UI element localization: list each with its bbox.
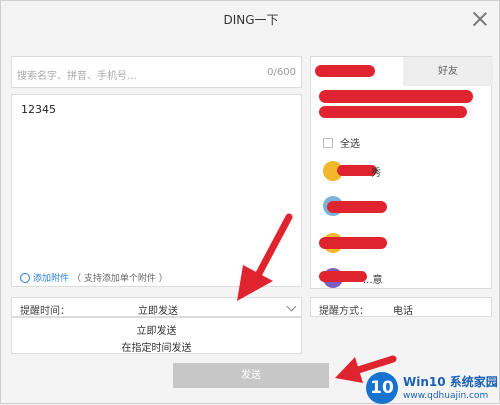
contact-name: ...意	[363, 275, 383, 286]
redaction-mark	[319, 90, 473, 103]
redaction-mark	[319, 106, 467, 118]
char-count: 0/600	[267, 67, 296, 78]
watermark-url: www.qdhuajin.com	[403, 391, 489, 401]
select-all-label: 全选	[340, 139, 360, 150]
select-all-checkbox[interactable]	[323, 137, 333, 148]
redaction-mark	[319, 271, 367, 282]
recipient-panel: 友有... 好友 全选 秀 ...意	[310, 56, 493, 289]
watermark: 10 Win10 系统家园 www.qdhuajin.com	[366, 371, 500, 405]
remind-way-select[interactable]: 提醒方式： 电话	[310, 297, 492, 317]
select-all[interactable]: 全选	[323, 135, 360, 150]
ding-dialog: DING一下 搜索名字、拼音、手机号... 0/600 12345 添加附件 （…	[0, 0, 500, 404]
remind-way-value: 电话	[393, 306, 413, 317]
message-text: 12345	[21, 103, 56, 116]
option-send-scheduled[interactable]: 在指定时间发送	[12, 339, 301, 354]
remind-way-label: 提醒方式：	[319, 306, 369, 317]
tab-friends[interactable]: 好友	[403, 57, 493, 86]
chevron-down-icon	[286, 301, 297, 312]
annotation-arrow	[237, 213, 293, 301]
redaction-mark	[315, 65, 375, 77]
search-input[interactable]: 搜索名字、拼音、手机号... 0/600	[11, 56, 302, 88]
send-button[interactable]: 发送	[173, 363, 329, 388]
redaction-mark	[327, 201, 387, 213]
close-icon[interactable]	[471, 10, 489, 28]
dialog-title: DING一下	[223, 13, 279, 27]
remind-time-dropdown: 立即发送 在指定时间发送	[11, 317, 302, 354]
attachment-hint: （ 支持添加单个附件 ）	[72, 274, 168, 284]
add-attachment-link[interactable]: 添加附件	[33, 271, 69, 284]
watermark-title: Win10 系统家园	[403, 375, 498, 389]
paperclip-icon	[18, 270, 32, 285]
remind-time-value: 立即发送	[138, 306, 178, 317]
watermark-logo: 10	[366, 372, 398, 404]
remind-time-label: 提醒时间：	[20, 306, 70, 317]
attachment-row: 添加附件 （ 支持添加单个附件 ）	[18, 270, 168, 285]
search-placeholder: 搜索名字、拼音、手机号...	[17, 71, 137, 82]
contact-name: 秀	[371, 168, 381, 179]
option-send-now[interactable]: 立即发送	[12, 322, 301, 337]
redaction-mark	[319, 237, 387, 249]
